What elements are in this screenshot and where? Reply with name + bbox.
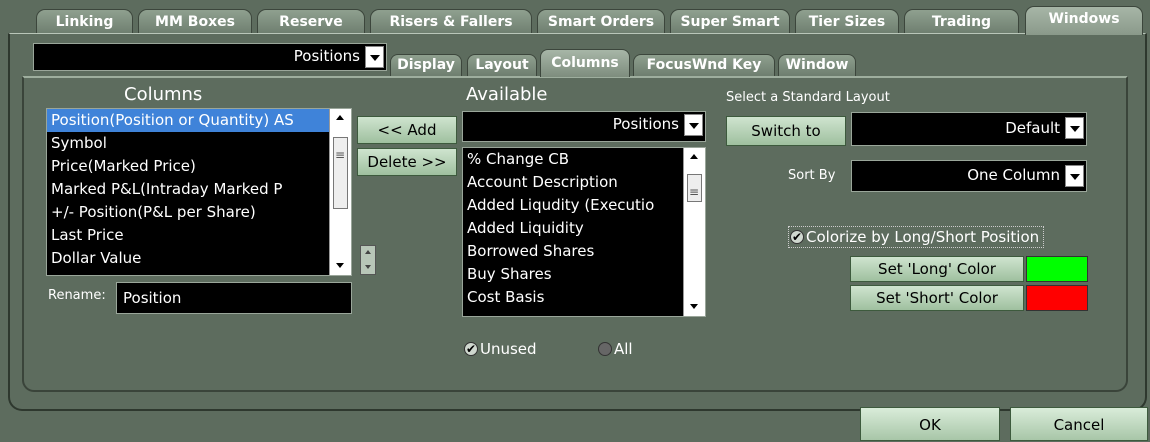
reorder-spinner[interactable] [360,245,376,275]
radio-all-label: All [614,340,633,358]
add-button[interactable]: << Add [357,116,457,144]
tab-layout[interactable]: Layout [467,54,537,76]
radio-unused[interactable]: ✔ Unused [464,340,537,358]
window-type-select[interactable]: Positions [33,43,387,71]
tab-columns[interactable]: Columns [540,49,630,77]
tab-window[interactable]: Window [778,54,856,76]
tab-tier-sizes[interactable]: Tier Sizes [795,9,899,34]
available-scrollbar[interactable] [683,148,705,316]
radio-unused-dot: ✔ [464,342,478,356]
checkmark-icon: ✔ [792,230,803,244]
sort-by-select[interactable]: One Column [851,160,1087,192]
colorize-checkbox[interactable]: ✔ Colorize by Long/Short Position [788,226,1045,248]
rename-label: Rename: [48,288,106,303]
tab-display[interactable]: Display [390,54,462,76]
standard-layout-value: Default [1005,119,1060,137]
list-item[interactable]: +/- Position(P&L per Share) [47,201,331,224]
columns-title: Columns [124,84,203,105]
scroll-down-icon[interactable] [684,298,705,316]
tab-windows[interactable]: Windows [1025,6,1143,35]
list-item[interactable]: Dollar Value [47,247,331,270]
scroll-thumb[interactable] [333,137,348,209]
list-item[interactable]: Added Liquidity [463,217,685,240]
list-item[interactable]: Last Price [47,224,331,247]
scroll-up-icon[interactable] [330,109,351,127]
tab-linking[interactable]: Linking [36,9,133,34]
columns-list[interactable]: Position(Position or Quantity) AS Symbol… [46,108,352,276]
scroll-down-icon[interactable] [330,257,351,275]
rename-input[interactable]: Position [116,282,352,314]
ok-button[interactable]: OK [860,407,1000,441]
list-item[interactable]: Buy Shares [463,263,685,286]
columns-scrollbar[interactable] [329,109,351,275]
window-type-value: Positions [293,47,360,65]
delete-button[interactable]: Delete >> [357,148,457,176]
available-title: Available [466,84,548,105]
available-select[interactable]: Positions [462,111,706,142]
available-list[interactable]: % Change CB Account Description Added Li… [462,147,706,317]
colorize-label: Colorize by Long/Short Position [806,228,1040,246]
radio-all-dot [598,342,612,356]
sort-by-value: One Column [967,166,1060,184]
tab-risers-fallers[interactable]: Risers & Fallers [370,9,532,34]
checkmark-icon: ✔ [466,342,477,356]
switch-to-button[interactable]: Switch to [726,116,846,146]
list-item[interactable]: Symbol [47,132,331,155]
list-item[interactable]: Added Liqudity (Executio [463,194,685,217]
rename-value: Position [123,289,182,307]
cancel-button[interactable]: Cancel [1010,407,1148,441]
list-item[interactable]: Account Description [463,171,685,194]
standard-layout-select[interactable]: Default [851,112,1087,146]
radio-unused-label: Unused [480,340,537,358]
tab-focuswnd-key[interactable]: FocusWnd Key [633,54,775,76]
list-item[interactable]: Borrowed Shares [463,240,685,263]
chevron-down-icon[interactable] [1065,165,1084,187]
chevron-down-icon[interactable] [1065,117,1084,139]
chevron-down-icon[interactable] [365,46,384,68]
list-item[interactable]: % Change CB [463,148,685,171]
tab-mm-boxes[interactable]: MM Boxes [138,9,252,34]
standard-layout-label: Select a Standard Layout [726,90,890,105]
colorize-check-dot: ✔ [790,230,804,244]
chevron-down-icon[interactable] [684,114,703,136]
list-item[interactable]: Price(Marked Price) [47,155,331,178]
short-color-swatch[interactable] [1026,285,1088,311]
tab-trading[interactable]: Trading [904,9,1019,34]
tab-reserve[interactable]: Reserve [257,9,365,34]
list-item[interactable]: Cost Basis [463,286,685,309]
set-long-color-button[interactable]: Set 'Long' Color [850,256,1024,282]
radio-all[interactable]: All [598,340,633,358]
available-select-value: Positions [612,115,679,133]
list-item[interactable]: Position(Position or Quantity) AS [47,109,331,132]
scroll-thumb[interactable] [687,174,702,202]
list-item[interactable]: Marked P&L(Intraday Marked P [47,178,331,201]
sort-by-label: Sort By [788,168,836,183]
set-short-color-button[interactable]: Set 'Short' Color [850,285,1024,311]
scroll-up-icon[interactable] [684,148,705,166]
tab-super-smart[interactable]: Super Smart [670,9,790,34]
long-color-swatch[interactable] [1026,256,1088,282]
tab-smart-orders[interactable]: Smart Orders [537,9,665,34]
top-tab-bar: Linking MM Boxes Reserve Risers & Faller… [36,6,1148,35]
